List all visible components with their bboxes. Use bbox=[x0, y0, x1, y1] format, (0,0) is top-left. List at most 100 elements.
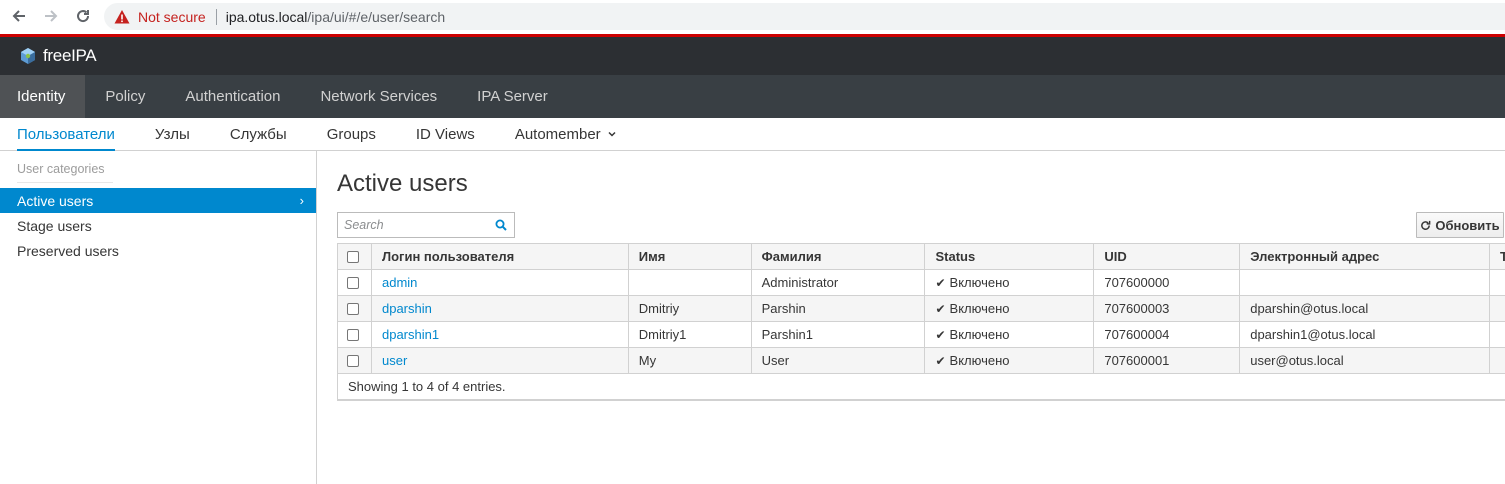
row-select-cell bbox=[338, 270, 372, 295]
tab-id-views[interactable]: ID Views bbox=[416, 118, 475, 150]
status-text: Включено bbox=[949, 327, 1010, 342]
users-table: Логин пользователя Имя Фамилия Status UI… bbox=[337, 243, 1505, 401]
table-row: admin Administrator ✔ Включено 707600000 bbox=[338, 270, 1505, 296]
table-footer: Showing 1 to 4 of 4 entries. bbox=[338, 374, 1505, 400]
freeipa-logo-icon bbox=[21, 48, 35, 64]
column-header-first-name[interactable]: Имя bbox=[629, 244, 752, 269]
check-icon: ✔ bbox=[935, 301, 946, 316]
top-navigation: Identity Policy Authentication Network S… bbox=[0, 75, 1505, 118]
sidebar-heading: User categories bbox=[17, 162, 105, 176]
row-checkbox[interactable] bbox=[347, 302, 359, 315]
user-link[interactable]: dparshin bbox=[382, 301, 432, 316]
uid-cell: 707600001 bbox=[1094, 348, 1241, 373]
user-link[interactable]: dparshin1 bbox=[382, 327, 439, 342]
first-name-cell: Dmitriy bbox=[629, 296, 752, 321]
select-all-cell bbox=[338, 244, 372, 269]
check-icon: ✔ bbox=[935, 275, 946, 290]
check-icon: ✔ bbox=[935, 353, 946, 368]
tab-groups[interactable]: Groups bbox=[327, 118, 376, 150]
search-box bbox=[337, 212, 515, 238]
search-input[interactable] bbox=[338, 213, 488, 237]
top-nav-identity[interactable]: Identity bbox=[0, 75, 86, 118]
not-secure-label[interactable]: Not secure bbox=[138, 9, 206, 25]
column-header-uid[interactable]: UID bbox=[1094, 244, 1241, 269]
login-cell: dparshin bbox=[372, 296, 629, 321]
browser-toolbar: Not secure ipa.otus.local/ipa/ui/#/e/use… bbox=[0, 0, 1505, 34]
top-nav-policy[interactable]: Policy bbox=[85, 75, 165, 118]
status-cell: ✔ Включено bbox=[925, 270, 1095, 295]
warning-icon bbox=[114, 9, 130, 23]
truncated-cell bbox=[1490, 348, 1505, 373]
row-checkbox[interactable] bbox=[347, 276, 359, 289]
refresh-icon bbox=[1421, 220, 1431, 230]
user-link[interactable]: user bbox=[382, 353, 407, 368]
chevron-down-icon bbox=[608, 131, 616, 137]
first-name-cell: Dmitriy1 bbox=[629, 322, 752, 347]
login-cell: dparshin1 bbox=[372, 322, 629, 347]
top-nav-authentication[interactable]: Authentication bbox=[165, 75, 300, 118]
email-cell: dparshin1@otus.local bbox=[1240, 322, 1490, 347]
sidebar: User categories Active users › Stage use… bbox=[0, 151, 317, 484]
sidebar-item-label: Preserved users bbox=[17, 242, 119, 259]
tab-automember-label: Automember bbox=[514, 125, 601, 143]
status-text: Включено bbox=[949, 353, 1010, 368]
uid-cell: 707600000 bbox=[1094, 270, 1241, 295]
refresh-label: Обновить bbox=[1435, 217, 1500, 233]
reload-icon[interactable] bbox=[73, 6, 93, 26]
address-bar[interactable]: Not secure ipa.otus.local/ipa/ui/#/e/use… bbox=[104, 3, 1505, 30]
status-cell: ✔ Включено bbox=[925, 296, 1095, 321]
top-nav-network-services[interactable]: Network Services bbox=[300, 75, 457, 118]
last-name-cell: User bbox=[752, 348, 926, 373]
sidebar-item-preserved-users[interactable]: Preserved users bbox=[0, 238, 316, 263]
column-header-truncated[interactable]: T bbox=[1490, 244, 1505, 269]
brand-name[interactable]: freeIPA bbox=[43, 46, 97, 66]
uid-cell: 707600003 bbox=[1094, 296, 1241, 321]
url-host: ipa.otus.local bbox=[225, 8, 308, 25]
forward-icon[interactable] bbox=[41, 6, 61, 26]
search-button[interactable] bbox=[488, 213, 514, 237]
page-title: Active users bbox=[337, 170, 468, 197]
refresh-button[interactable]: Обновить bbox=[1416, 212, 1504, 238]
email-cell bbox=[1240, 270, 1490, 295]
first-name-cell: My bbox=[629, 348, 752, 373]
sub-navigation: Пользователи Узлы Службы Groups ID Views… bbox=[0, 118, 1505, 151]
last-name-cell: Parshin1 bbox=[752, 322, 926, 347]
last-name-cell: Parshin bbox=[752, 296, 926, 321]
column-header-last-name[interactable]: Фамилия bbox=[752, 244, 926, 269]
truncated-cell bbox=[1490, 270, 1505, 295]
table-row: user My User ✔ Включено 707600001 user@ot… bbox=[338, 348, 1505, 374]
brand-header: freeIPA bbox=[0, 37, 1505, 75]
back-icon[interactable] bbox=[9, 6, 29, 26]
login-cell: user bbox=[372, 348, 629, 373]
chevron-right-icon: › bbox=[299, 193, 304, 208]
row-select-cell bbox=[338, 296, 372, 321]
tab-users[interactable]: Пользователи bbox=[17, 118, 115, 151]
tab-hosts[interactable]: Узлы bbox=[155, 118, 190, 150]
row-checkbox[interactable] bbox=[347, 328, 359, 341]
table-row: dparshin Dmitriy Parshin ✔ Включено 70760… bbox=[338, 296, 1505, 322]
user-link[interactable]: admin bbox=[382, 275, 417, 290]
row-checkbox[interactable] bbox=[347, 354, 359, 367]
status-cell: ✔ Включено bbox=[925, 322, 1095, 347]
status-cell: ✔ Включено bbox=[925, 348, 1095, 373]
last-name-cell: Administrator bbox=[752, 270, 926, 295]
sidebar-item-stage-users[interactable]: Stage users bbox=[0, 213, 316, 238]
truncated-cell bbox=[1490, 322, 1505, 347]
search-icon bbox=[495, 219, 507, 231]
tab-services[interactable]: Службы bbox=[230, 118, 287, 150]
column-header-login[interactable]: Логин пользователя bbox=[372, 244, 629, 269]
sidebar-item-active-users[interactable]: Active users › bbox=[0, 188, 316, 213]
address-separator bbox=[215, 8, 217, 25]
select-all-checkbox[interactable] bbox=[347, 250, 359, 263]
top-nav-ipa-server[interactable]: IPA Server bbox=[457, 75, 568, 118]
column-header-email[interactable]: Электронный адрес bbox=[1240, 244, 1490, 269]
table-header-row: Логин пользователя Имя Фамилия Status UI… bbox=[338, 244, 1505, 270]
sidebar-item-label: Stage users bbox=[17, 217, 92, 234]
sidebar-item-label: Active users bbox=[17, 192, 94, 209]
status-text: Включено bbox=[949, 275, 1010, 290]
column-header-status[interactable]: Status bbox=[925, 244, 1095, 269]
row-select-cell bbox=[338, 348, 372, 373]
tab-automember[interactable]: Automember bbox=[515, 118, 617, 150]
truncated-cell bbox=[1490, 296, 1505, 321]
sidebar-divider bbox=[17, 182, 113, 183]
